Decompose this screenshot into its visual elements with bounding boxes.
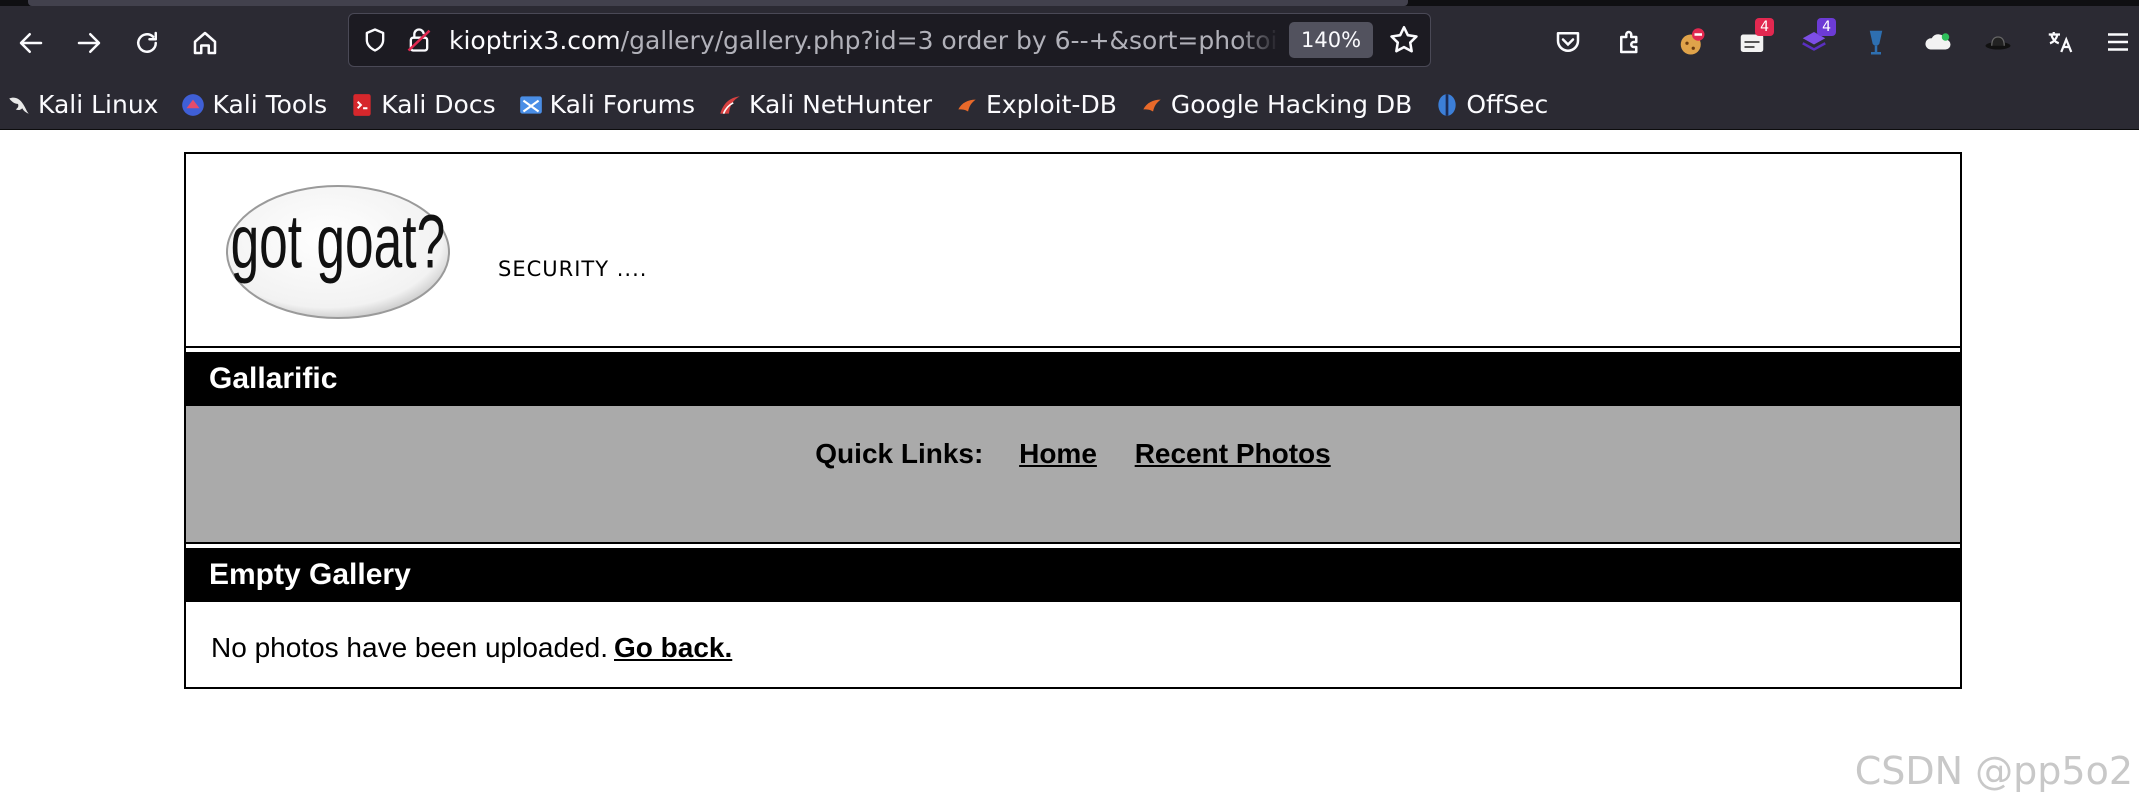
url-path: /gallery/gallery.php?id=3 order by 6--+&… [620, 25, 1279, 55]
extension-cookie[interactable] [1670, 20, 1714, 64]
bookmark-label: Kali NetHunter [749, 90, 932, 119]
site-header: got goat? SECURITY .... [186, 154, 1960, 346]
bookmark-kali-forums[interactable]: Kali Forums [518, 90, 695, 119]
zoom-indicator[interactable]: 140% [1289, 22, 1374, 58]
site-slogan: SECURITY .... [498, 257, 648, 281]
translate-icon [2048, 32, 2073, 53]
extension-badge: 4 [1755, 18, 1774, 36]
extension-hat[interactable] [1976, 20, 2020, 64]
home-link[interactable]: Home [1019, 438, 1097, 469]
extension-mail[interactable]: 4 [1730, 18, 1774, 64]
tracking-shield-icon[interactable] [357, 22, 393, 58]
quick-links-panel: Quick Links: Home Recent Photos [186, 406, 1960, 542]
bookmark-kali-linux[interactable]: Kali Linux [6, 90, 158, 119]
bookmark-label: Google Hacking DB [1170, 90, 1413, 119]
section-title-bar: Gallarific [186, 352, 1960, 406]
reload-icon [137, 31, 157, 53]
extension-layers[interactable]: 4 [1792, 18, 1836, 64]
home-icon [193, 31, 217, 55]
pocket-button[interactable] [1546, 20, 1590, 64]
pocket-icon [1556, 32, 1580, 52]
gallery-title-bar: Empty Gallery [186, 548, 1960, 602]
csdn-watermark: CSDN @pp5o2 [1854, 749, 2133, 793]
url-host: kioptrix3.com [449, 25, 621, 55]
bookmark-google-hacking-db[interactable]: Google Hacking DB [1139, 90, 1412, 119]
address-bar[interactable]: kioptrix3.com/gallery/gallery.php?id=3 o… [348, 13, 1431, 67]
bookmark-label: Exploit-DB [985, 90, 1117, 119]
site-container: got goat? SECURITY .... Gallarific Quick… [184, 152, 1962, 689]
url-text[interactable]: kioptrix3.com/gallery/gallery.php?id=3 o… [449, 26, 1279, 55]
browser-toolbar: kioptrix3.com/gallery/gallery.php?id=3 o… [0, 6, 2139, 80]
offsec-icon [1438, 93, 1456, 116]
cloud-icon [1925, 33, 1951, 50]
bookmarks-toolbar: Kali Linux Kali Tools Kali Docs Kali For… [0, 80, 2139, 130]
extension-translate[interactable] [2038, 20, 2082, 64]
kali-docs-icon [353, 93, 371, 116]
bookmark-label: Kali Linux [38, 90, 159, 119]
exploit-db-icon [958, 99, 976, 111]
bookmark-kali-nethunter[interactable]: Kali NetHunter [717, 90, 932, 119]
home-button[interactable] [178, 16, 232, 70]
extension-badge: 4 [1817, 18, 1836, 36]
bookmark-label: Kali Docs [381, 90, 496, 119]
page-viewport: got goat? SECURITY .... Gallarific Quick… [0, 130, 2139, 809]
back-button[interactable] [4, 16, 58, 70]
bookmark-offsec[interactable]: OffSec [1434, 90, 1548, 119]
ghdb-icon [1143, 99, 1161, 111]
bookmark-exploit-db[interactable]: Exploit-DB [954, 90, 1117, 119]
nethunter-icon [720, 95, 740, 114]
insecure-lock-icon[interactable] [401, 22, 437, 58]
bookmark-kali-tools[interactable]: Kali Tools [180, 90, 327, 119]
go-back-link[interactable]: Go back. [614, 632, 732, 663]
kali-tools-icon [182, 93, 205, 116]
glass-icon [1869, 30, 1883, 55]
extension-wappalyzer[interactable] [1854, 20, 1898, 64]
kali-forums-icon [519, 95, 542, 114]
app-menu-button[interactable] [2096, 20, 2139, 64]
cookie-icon [1680, 28, 1705, 55]
got-goat-logo[interactable]: got goat? [224, 178, 452, 322]
extension-cloud[interactable] [1916, 20, 1960, 64]
hamburger-menu-icon [2108, 33, 2128, 51]
bookmark-star-icon[interactable] [1387, 23, 1421, 57]
recent-photos-link[interactable]: Recent Photos [1135, 438, 1331, 469]
puzzle-icon [1620, 30, 1638, 54]
arrow-right-icon [77, 33, 101, 53]
hat-icon [1985, 36, 2011, 50]
empty-gallery-message: No photos have been uploaded. Go back. [186, 602, 1960, 664]
bookmark-label: Kali Forums [549, 90, 696, 119]
empty-message-text: No photos have been uploaded. [211, 632, 608, 663]
bookmark-label: OffSec [1466, 90, 1549, 119]
quick-links-label: Quick Links: [815, 438, 984, 469]
extensions-button[interactable] [1608, 20, 1652, 64]
kali-dragon-icon [9, 97, 29, 114]
arrow-left-icon [19, 33, 43, 53]
logo-text: got goat? [231, 199, 446, 284]
bookmark-label: Kali Tools [212, 90, 328, 119]
forward-button[interactable] [62, 16, 116, 70]
bookmark-kali-docs[interactable]: Kali Docs [349, 90, 496, 119]
reload-button[interactable] [120, 16, 174, 70]
